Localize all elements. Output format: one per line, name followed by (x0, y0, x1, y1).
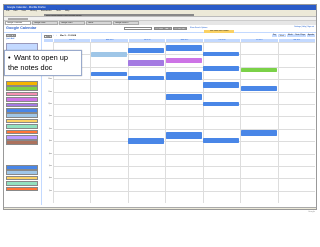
view-week[interactable]: Week (277, 34, 287, 38)
day-column-line (165, 42, 167, 203)
calendar-logo: Google Calendar (6, 26, 37, 30)
view-agenda[interactable]: Agenda (306, 34, 315, 38)
day-column-line (90, 42, 92, 203)
day-column-line (127, 42, 129, 203)
create-event-button[interactable]: Create Event (6, 34, 16, 37)
view-day[interactable]: Day (271, 34, 278, 38)
calendar-event[interactable] (165, 72, 202, 80)
browser-screenshot: Google Calendar - Mozilla Firefox File E… (3, 4, 317, 210)
hour-label: 7pm (48, 190, 52, 192)
toolbar-search-input[interactable] (8, 17, 28, 21)
search-my-button[interactable]: Search My Calendars (173, 27, 187, 30)
other-calendars-list (6, 165, 38, 192)
week-grid[interactable]: 7am8am9am10am11am12pm1pm2pm3pm4pm5pm6pm7… (44, 42, 315, 203)
hour-line (53, 141, 315, 143)
calendar-event[interactable] (203, 66, 240, 71)
next-arrow-icon[interactable]: › (56, 34, 57, 38)
hour-label: 7am (48, 42, 52, 43)
calendar-event[interactable] (128, 48, 165, 53)
calendar-list-item[interactable] (6, 118, 38, 124)
calendar-event[interactable] (91, 72, 128, 76)
calendar-list-item[interactable] (6, 97, 38, 102)
calendar-list-item[interactable] (6, 102, 38, 108)
hour-line (53, 42, 315, 43)
view-tabs: Day Week Month Next 4 Days Agenda (271, 34, 315, 38)
view-month[interactable]: Month (286, 34, 294, 38)
address-bar[interactable]: https://www.google.com/calendar/render (44, 13, 194, 17)
hour-line (53, 190, 315, 192)
calendar-event[interactable] (203, 82, 240, 88)
calendar-event[interactable] (203, 52, 240, 56)
calendar-list-item[interactable] (6, 81, 38, 86)
search-public-button[interactable]: Search Public Calendars (154, 27, 172, 30)
calendar-list-item[interactable] (6, 107, 38, 113)
status-bar (4, 206, 316, 209)
calendar-list-item[interactable] (6, 140, 38, 145)
other-calendar-item[interactable] (6, 175, 38, 181)
calendar-list-item[interactable] (6, 134, 38, 140)
footer-logo: Google (307, 211, 315, 213)
other-calendar-item[interactable] (6, 170, 38, 175)
calendar-list-item[interactable] (6, 129, 38, 135)
page: Google Calendar - Mozilla Firefox File E… (0, 0, 320, 247)
calendar-event[interactable] (240, 68, 277, 72)
hour-label: 12pm (48, 104, 52, 105)
calendar-event[interactable] (165, 94, 202, 100)
annotation-callout: • Want to open up the notes doc (4, 50, 82, 76)
today-button[interactable]: Today (44, 34, 52, 38)
calendar-list-item[interactable] (6, 113, 38, 118)
hour-line (53, 166, 315, 167)
date-range: Mar 9 – 15 2008 (60, 35, 77, 37)
hour-label: 5pm (48, 166, 52, 167)
hour-label: 3pm (48, 141, 52, 143)
day-column-line (277, 42, 279, 203)
other-calendar-item[interactable] (6, 181, 38, 186)
hour-label: 1pm (48, 116, 52, 118)
calendar-list-item[interactable] (6, 91, 38, 97)
other-calendar-item[interactable] (6, 165, 38, 170)
calendar-nav: Today ‹ › Mar 9 – 15 2008 Day Week Month… (44, 34, 315, 38)
hour-line (53, 153, 315, 155)
calendar-event[interactable] (165, 58, 202, 63)
calendar-event[interactable] (203, 138, 240, 143)
hour-label: 2pm (48, 128, 52, 130)
prev-arrow-icon[interactable]: ‹ (53, 34, 54, 38)
hour-label: 4pm (48, 153, 52, 155)
quick-add-link[interactable]: Quick Add (6, 38, 14, 40)
search-options-link[interactable]: Show Search Options (190, 27, 207, 29)
hour-line (53, 91, 315, 93)
calendar-event[interactable] (128, 76, 165, 80)
hour-line (53, 116, 315, 118)
hour-line (53, 104, 315, 105)
other-calendar-item[interactable] (6, 186, 38, 192)
calendar-list-item[interactable] (6, 86, 38, 91)
hour-label: 10am (48, 79, 52, 81)
calendar-event[interactable] (240, 86, 277, 91)
hour-label: 6pm (48, 178, 52, 180)
calendar-event[interactable] (128, 60, 165, 66)
calendar-event[interactable] (240, 130, 277, 136)
calendar-event[interactable] (91, 52, 128, 57)
my-calendars-list (6, 81, 38, 146)
calendar-event[interactable] (128, 138, 165, 144)
view-next-4-days[interactable]: Next 4 Days (294, 34, 307, 38)
calendar-event[interactable] (165, 132, 202, 139)
hour-line (53, 178, 315, 180)
calendar-grid: Today ‹ › Mar 9 – 15 2008 Day Week Month… (41, 33, 316, 205)
calendar-header: Google Calendar Search Public Calendars … (4, 25, 316, 33)
calendar-event[interactable] (165, 45, 202, 51)
day-column-line (240, 42, 242, 203)
user-links[interactable]: Settings | Help | Sign out (294, 26, 314, 28)
calendar-list-item[interactable] (6, 124, 38, 129)
callout-text: Want to open up the notes doc (8, 53, 68, 72)
hour-label: 11am (48, 91, 52, 93)
calendar-search-input[interactable] (124, 27, 152, 30)
calendar-event[interactable] (203, 102, 240, 106)
